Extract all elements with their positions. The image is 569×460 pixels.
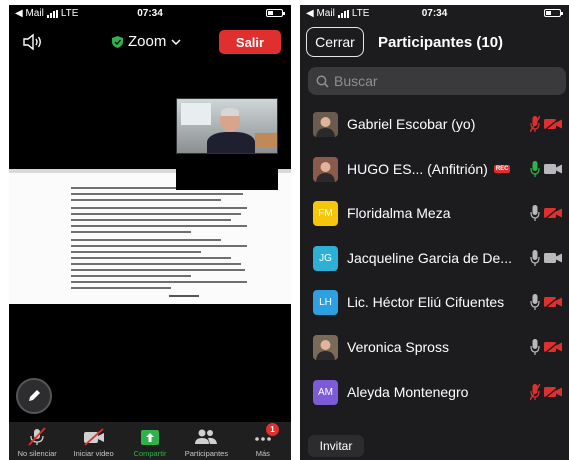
avatar: JG [313,245,338,271]
clock: 07:34 [421,8,448,19]
participant-name-group: Veronica Spross [347,339,449,355]
video-off-icon [544,385,562,398]
avatar [313,334,338,360]
participant-row[interactable]: HUGO ES... (Anfitrión) REC [300,147,569,192]
avatar [313,156,338,182]
more-label: Más [255,449,270,458]
speaker-icon[interactable] [21,31,43,53]
video-off-icon [544,118,562,130]
video-icon [544,163,562,174]
mic-muted-icon [28,427,46,446]
participants-header: Cerrar Participantes (10) [300,22,569,62]
zoom-meeting-screen: ◀ Mail LTE 07:34 Zoom Salir No silenciar… [9,5,291,460]
participant-name-group: Gabriel Escobar (yo) [347,116,475,132]
recording-badge: REC [493,164,511,173]
status-bar: ◀ Mail LTE 07:34 [300,5,569,22]
person-photo-icon [313,112,338,137]
notification-badge: 1 [266,423,280,436]
avatar [313,112,338,137]
participant-row[interactable]: Gabriel Escobar (yo) [300,102,569,147]
video-off-icon [83,428,104,446]
battery-icon [266,9,285,17]
search-bar[interactable] [308,67,566,95]
clock: 07:34 [137,8,163,19]
video-off-icon [544,340,562,353]
mic-muted-icon [530,115,540,133]
meeting-toolbar: No silenciar Iniciar video Compartir Par… [9,422,291,460]
status-bar: ◀ Mail LTE 07:34 [9,5,291,22]
participant-name: Veronica Spross [347,338,449,355]
participant-video-thumbnail[interactable] [176,98,278,154]
participant-row[interactable]: FM Floridalma Meza [300,191,569,236]
unmute-label: No silenciar [17,449,57,458]
avatar: LH [313,290,338,316]
person-photo-icon [313,334,338,360]
start-video-button[interactable]: Iniciar video [65,422,121,460]
start-video-label: Iniciar video [73,449,114,458]
mic-icon [530,338,540,355]
participant-name: Lic. Héctor Eliú Cifuentes [347,294,505,311]
mic-icon [530,249,540,266]
meeting-title[interactable]: Zoom [112,33,181,50]
more-button[interactable]: 1 Más [235,422,291,460]
battery-icon [544,9,563,17]
shield-icon [112,35,123,48]
participants-button[interactable]: Participantes [178,422,234,460]
participant-name-group: Jacqueline Garcia de De... [347,250,512,266]
participant-name: Gabriel Escobar (yo) [347,116,476,132]
participant-row[interactable]: LH Lic. Héctor Eliú Cifuentes [300,280,569,325]
pencil-icon [29,390,40,401]
mic-icon [530,160,540,177]
unmute-button[interactable]: No silenciar [9,422,65,460]
participant-name-group: Floridalma Meza [347,205,450,221]
leave-meeting-button[interactable]: Salir [219,30,281,54]
participant-row[interactable]: Veronica Spross [300,325,569,370]
participant-name: Floridalma Meza [347,205,451,222]
mic-icon [530,294,540,311]
video-off-icon [544,296,562,309]
mic-muted-icon [530,383,540,400]
invite-button[interactable]: Invitar [308,435,364,457]
participants-screen: ◀ Mail LTE 07:34 Cerrar Participantes (1… [300,5,569,460]
participant-name: HUGO ES... (Anfitrión) [347,160,488,177]
participant-list: Gabriel Escobar (yo) HUGO ES... (Anfitrió… [300,102,569,414]
avatar: AM [313,379,338,405]
meeting-header: Zoom Salir [9,22,291,62]
participants-icon [195,429,218,444]
mic-icon [530,205,540,222]
participant-name-group: HUGO ES... (Anfitrión) REC [347,160,511,177]
video-thumbnail-footer [176,154,278,190]
chevron-down-icon [171,38,181,45]
video-icon [544,252,562,263]
meeting-title-label: Zoom [128,33,167,50]
annotate-button[interactable] [16,378,52,414]
page-title: Participantes (10) [378,34,504,51]
search-input[interactable] [334,73,544,89]
participant-name-group: Aleyda Montenegro [347,384,468,400]
person-photo-icon [313,156,338,182]
share-screen-label: Compartir [133,449,167,458]
share-screen-button[interactable]: Compartir [122,422,178,460]
participant-row[interactable]: JG Jacqueline Garcia de De... [300,236,569,281]
participant-name-group: Lic. Héctor Eliú Cifuentes [347,294,504,310]
participants-label: Participantes [184,449,229,458]
video-off-icon [544,207,562,220]
search-icon [316,75,329,88]
avatar: FM [313,201,338,227]
share-screen-icon [141,430,160,445]
participant-name: Jacqueline Garcia de De... [347,249,512,266]
participant-row[interactable]: AM Aleyda Montenegro [300,370,569,415]
participant-name: Aleyda Montenegro [347,383,469,400]
close-button[interactable]: Cerrar [306,27,364,57]
